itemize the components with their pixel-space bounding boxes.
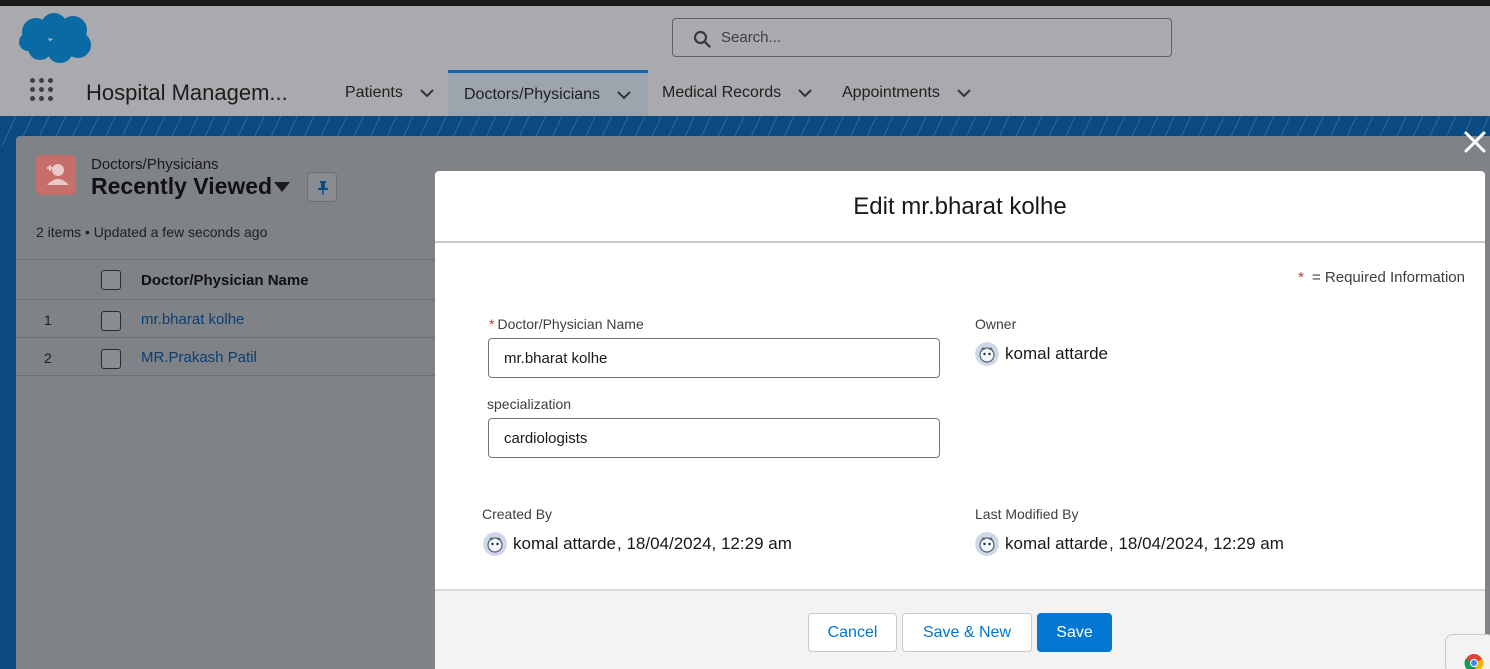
modal-header: Edit mr.bharat kolhe: [435, 171, 1485, 243]
pin-icon: [318, 181, 328, 195]
tab-appointments[interactable]: Appointments: [826, 70, 988, 116]
modal-footer: Cancel Save & New Save: [435, 589, 1485, 669]
name-field-label: * Doctor/Physician Name: [489, 316, 644, 332]
app-name: Hospital Managem...: [86, 80, 288, 105]
name-input[interactable]: [488, 338, 940, 378]
modified-by-label: Last Modified By: [975, 506, 1079, 522]
app-nav-bar: Hospital Managem... Patients Doctors/Phy…: [0, 70, 1490, 116]
salesforce-logo-icon[interactable]: [18, 12, 94, 64]
table-row: 1 mr.bharat kolhe: [16, 300, 436, 338]
search-placeholder: Search...: [721, 29, 782, 46]
tab-label: Appointments: [842, 84, 940, 101]
created-by-date: , 18/04/2024, 12:29 am: [617, 534, 792, 553]
created-by-user-link[interactable]: komal attarde: [513, 534, 616, 554]
edit-record-modal: Edit mr.bharat kolhe * = Required Informa…: [435, 171, 1485, 669]
chrome-extension-button[interactable]: [1445, 634, 1490, 669]
record-link[interactable]: MR.Prakash Patil: [141, 349, 257, 366]
app-launcher-icon[interactable]: [30, 78, 58, 106]
list-view-caret-icon[interactable]: [274, 182, 290, 192]
tab-doctors-physicians[interactable]: Doctors/Physicians: [448, 70, 648, 116]
created-by-label: Created By: [482, 506, 553, 522]
tab-label: Doctors/Physicians: [464, 85, 601, 103]
modified-by-value: komal attarde, 18/04/2024, 12:29 am: [975, 532, 1284, 556]
modified-by-user-link[interactable]: komal attarde: [1005, 534, 1108, 554]
record-link[interactable]: mr.bharat kolhe: [141, 311, 244, 328]
row-checkbox[interactable]: [101, 349, 121, 369]
global-header: Search...: [0, 6, 1490, 70]
tab-label: Patients: [345, 84, 403, 101]
created-by-value: komal attarde, 18/04/2024, 12:29 am: [483, 532, 792, 556]
tab-label: Medical Records: [662, 84, 782, 101]
modal-title: Edit mr.bharat kolhe: [853, 193, 1067, 220]
list-view-info: 2 items • Updated a few seconds ago: [36, 224, 268, 240]
tab-patients[interactable]: Patients: [329, 70, 451, 116]
name-label-text: Doctor/Physician Name: [497, 316, 644, 332]
close-icon[interactable]: [1462, 129, 1488, 155]
list-view-title[interactable]: Recently Viewed: [91, 173, 272, 200]
required-star: *: [1298, 269, 1304, 286]
search-icon: [693, 30, 711, 48]
table-row: 2 MR.Prakash Patil: [16, 338, 436, 376]
cancel-button[interactable]: Cancel: [808, 613, 897, 652]
required-info-legend: * = Required Information: [1298, 269, 1465, 286]
user-avatar-icon: [483, 532, 507, 556]
specialization-input[interactable]: [488, 418, 940, 458]
owner-value: komal attarde: [975, 342, 1108, 366]
table-header: Doctor/Physician Name: [16, 259, 436, 300]
owner-link[interactable]: komal attarde: [1005, 344, 1108, 364]
chevron-down-icon[interactable]: [956, 88, 972, 98]
modified-by-date: , 18/04/2024, 12:29 am: [1109, 534, 1284, 553]
user-avatar-icon: [975, 532, 999, 556]
doctor-object-icon: [36, 155, 76, 195]
global-search-input[interactable]: Search...: [672, 18, 1172, 57]
chevron-down-icon[interactable]: [797, 88, 813, 98]
chevron-down-icon[interactable]: [419, 88, 435, 98]
specialization-field-label: specialization: [487, 396, 572, 412]
save-button[interactable]: Save: [1037, 613, 1112, 652]
column-header-name[interactable]: Doctor/Physician Name: [141, 272, 309, 289]
user-avatar-icon: [975, 342, 999, 366]
chevron-down-icon[interactable]: [616, 90, 632, 100]
row-number: 1: [44, 312, 52, 328]
save-and-new-button[interactable]: Save & New: [902, 613, 1032, 652]
chrome-icon: [1464, 654, 1484, 669]
select-all-checkbox[interactable]: [101, 270, 121, 290]
object-label: Doctors/Physicians: [91, 156, 219, 173]
required-info-text: = Required Information: [1311, 269, 1465, 286]
owner-field-label: Owner: [975, 316, 1017, 332]
pin-list-button[interactable]: [307, 172, 337, 202]
tab-medical-records[interactable]: Medical Records: [646, 70, 829, 116]
required-star: *: [489, 316, 495, 332]
row-number: 2: [44, 350, 52, 366]
row-checkbox[interactable]: [101, 311, 121, 331]
